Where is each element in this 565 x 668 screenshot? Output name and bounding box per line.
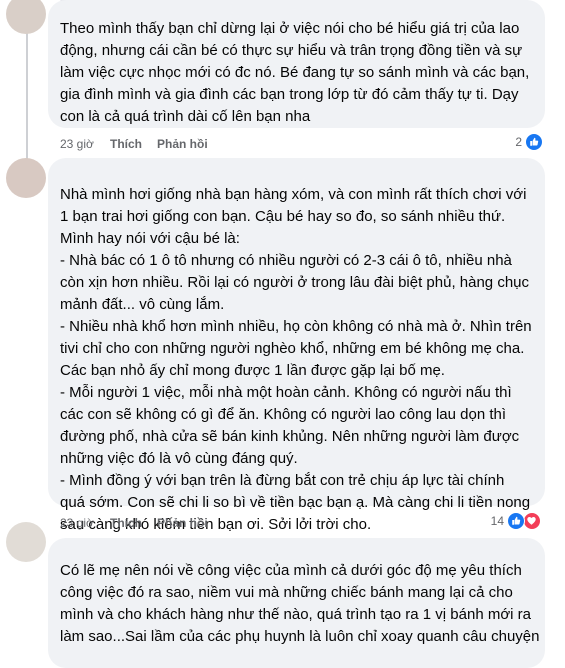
avatar[interactable] (6, 522, 46, 562)
like-button[interactable]: Thích (110, 516, 142, 530)
comment-text-line: công việc đó ra sao, niềm vui mà những c… (60, 584, 513, 601)
reaction-summary[interactable]: 14 (491, 512, 543, 530)
comment-text-line: làm sao...Sai lầm của các phụ huynh là l… (60, 628, 540, 645)
comment-bubble: Theo mình thấy bạn chỉ dừng lại ở việc n… (48, 0, 545, 128)
reply-button[interactable]: Phản hồi (157, 137, 208, 151)
comment-text-line: - Mỗi người 1 việc, mỗi nhà một hoàn cản… (60, 384, 512, 401)
comment-text-line: Mình hay nói với cậu bé là: (60, 230, 240, 247)
timestamp[interactable]: 23 giờ (60, 516, 94, 530)
comment-text-line: Nhà mình hơi giống nhà bạn hàng xóm, và … (60, 186, 527, 203)
timestamp[interactable]: 23 giờ (60, 137, 94, 151)
comment-text-line: Có lẽ mẹ nên nói về công việc của mình c… (60, 562, 522, 579)
reaction-summary[interactable]: 2 (515, 133, 545, 151)
reply-button[interactable]: Phản hồi (157, 516, 208, 530)
heart-icon (523, 512, 541, 530)
comment-text-line: những việc đó là vô cùng đáng quý. (60, 450, 298, 467)
comment-bubble: Có lẽ mẹ nên nói về công việc của mình c… (48, 538, 545, 668)
comment-text-line: còn xịn hơn nhiều. Rồi lại có người ở tr… (60, 274, 530, 291)
reaction-count: 14 (490, 514, 504, 528)
comment-bubble: Nhà mình hơi giống nhà bạn hàng xóm, và … (48, 158, 545, 533)
comment-text-line: tivi chỉ cho con những người nghèo khổ, … (60, 340, 525, 357)
comment-text-line: Theo mình thấy bạn chỉ dừng lại ở việc n… (60, 20, 520, 37)
avatar[interactable] (6, 158, 46, 198)
comment-text-line: - Nhiều nhà khổ hơn mình nhiều, họ còn k… (60, 318, 532, 335)
comment-text-line: - Nhà bác có 1 ô tô nhưng có nhiều người… (60, 252, 512, 269)
comment-text-line: mình và cho khách hàng như thế nào, quá … (60, 606, 531, 623)
comment-text-line: mảnh đất... vô cùng lắm. (60, 296, 225, 313)
comment-text-line: làm việc cực nhọc mới có đc nó. Bé đang … (60, 64, 530, 81)
reaction-count: 2 (515, 135, 522, 149)
like-button[interactable]: Thích (110, 137, 142, 151)
comment-text-line: động, nhưng cái cần bé có thực sự hiểu v… (60, 42, 523, 59)
comment-text-line: quá sớm. Con sẽ chi li so bì về tiền bạc… (60, 494, 531, 511)
comment-text-line: - Mình đồng ý với bạn trên là đừng bắt c… (60, 472, 505, 489)
avatar[interactable] (6, 0, 46, 34)
comment-text-line: đường phố, nhà cửa sẽ bán kinh khủng. Nê… (60, 428, 520, 445)
like-icon (525, 133, 543, 151)
comment-text-line: con là cả quá trình dài cố lên bạn nha (60, 108, 311, 125)
comment-text-line: Các bạn nhỏ ấy chỉ mong được 1 lần được … (60, 362, 445, 379)
comment-text-line: các con sẽ không có gì để ăn. Không có n… (60, 406, 507, 423)
like-icon (507, 512, 525, 530)
comment-text-line: 1 bạn trai hơi giống con bạn. Cậu bé hay… (60, 208, 506, 225)
comment-text-line: gia đình mình và gia đình các bạn trong … (60, 86, 519, 103)
